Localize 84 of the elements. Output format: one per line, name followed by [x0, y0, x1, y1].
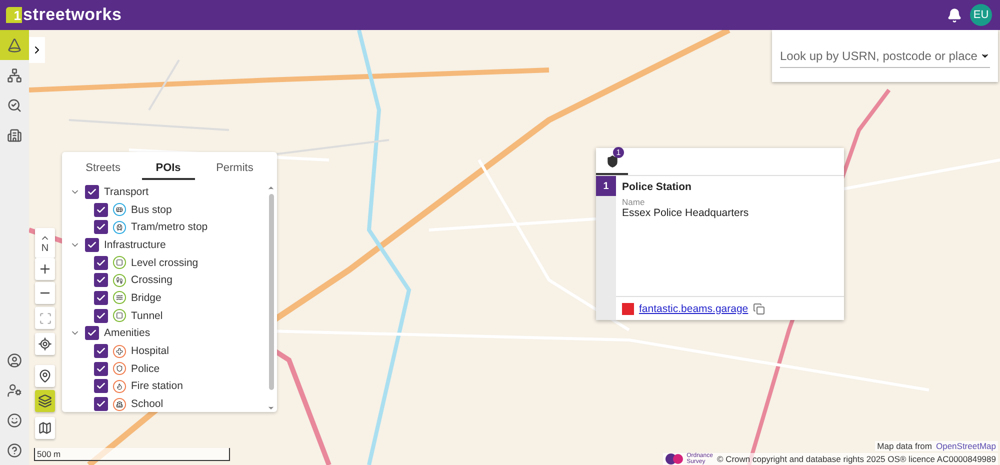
user-icon [7, 352, 22, 368]
result-index: 1 [596, 176, 616, 196]
checkbox[interactable] [94, 290, 108, 305]
group-label: Transport [104, 186, 149, 198]
checkbox[interactable] [94, 344, 108, 358]
shield-icon [606, 154, 618, 168]
poi-label: Level crossing [131, 256, 198, 269]
group-label: Amenities [104, 327, 150, 340]
copy-icon[interactable] [753, 302, 766, 314]
check-icon [87, 240, 97, 250]
os-logo-icon [664, 453, 685, 465]
poi-label: School [131, 398, 164, 410]
logo-text: streetworks [23, 5, 122, 25]
police-tab[interactable]: 1 [596, 149, 628, 175]
panel-tab[interactable]: POIs [142, 158, 195, 180]
checkbox[interactable] [85, 184, 99, 199]
compass-button[interactable]: N [35, 228, 55, 258]
count-badge: 1 [613, 147, 624, 158]
plus-icon [38, 262, 52, 276]
pin-button[interactable] [35, 365, 55, 387]
map-icon [38, 421, 52, 435]
checkbox[interactable] [94, 397, 108, 412]
user-settings-icon [7, 382, 22, 398]
zoom-in-button[interactable] [35, 258, 55, 280]
poi-label: Fire station [131, 380, 183, 392]
notifications-icon[interactable] [947, 8, 962, 22]
checkbox[interactable] [94, 362, 108, 376]
checkbox[interactable] [85, 238, 99, 252]
attribution-text: Map data from [877, 441, 932, 451]
expand-button[interactable] [29, 37, 45, 63]
poi-label: Crossing [131, 274, 172, 286]
pin-icon [38, 369, 52, 383]
check-icon [87, 328, 97, 338]
checkbox[interactable] [94, 220, 108, 234]
copyright-text: © Crown copyright and database rights 2025 OS® licence AC0000849989 [716, 454, 996, 464]
layers-button[interactable] [35, 390, 55, 412]
check-icon [96, 204, 106, 215]
network-icon [7, 68, 22, 82]
layers-icon [38, 394, 52, 408]
smiley-icon [7, 412, 22, 428]
check-icon [96, 364, 106, 374]
checkbox[interactable] [94, 308, 108, 323]
scroll-down-icon[interactable] [267, 404, 275, 412]
poi-label: Police [131, 362, 160, 375]
building-icon [7, 128, 22, 142]
scrollbar[interactable] [267, 184, 275, 412]
check-icon [96, 258, 106, 268]
check-icon [96, 381, 106, 392]
checkbox[interactable] [85, 326, 99, 340]
field-label: Name [622, 197, 646, 207]
check-icon [96, 310, 106, 321]
cone-icon [7, 38, 22, 52]
locate-icon [38, 337, 52, 351]
check-icon [96, 346, 106, 356]
poi-label: Tram/metro stop [131, 221, 208, 234]
group-label: Infrastructure [104, 238, 166, 251]
panel-tab[interactable]: Permits [202, 158, 268, 180]
check-icon [96, 275, 106, 286]
checkbox[interactable] [94, 379, 108, 394]
sidebar-button[interactable] [0, 30, 29, 60]
feature-title: Police Station [622, 181, 692, 193]
checkbox[interactable] [94, 273, 108, 288]
check-icon [87, 186, 97, 197]
scale-bar: 500 m [34, 448, 230, 461]
checkbox[interactable] [94, 202, 108, 217]
location-link[interactable]: fantastic.beams.garage [639, 302, 748, 314]
help-icon [7, 442, 22, 458]
panel-tab[interactable]: Streets [72, 158, 134, 180]
checkbox[interactable] [94, 256, 108, 270]
poi-label: Bus stop [131, 204, 172, 216]
scroll-up-icon[interactable] [267, 184, 275, 192]
check-icon [96, 292, 106, 303]
locate-button[interactable] [35, 333, 55, 355]
frame-icon [38, 312, 52, 324]
zoom-out-button[interactable] [35, 282, 55, 304]
check-icon [96, 399, 106, 410]
poi-label: Hospital [131, 345, 169, 358]
poi-label: Tunnel [131, 310, 163, 322]
poi-label: Bridge [131, 292, 162, 304]
attribution-link[interactable]: OpenStreetMap [936, 441, 996, 451]
field-value: Essex Police Headquarters [622, 207, 750, 219]
check-icon [96, 222, 106, 232]
logo-mark: 1 [6, 7, 22, 23]
base-map-button[interactable] [35, 417, 55, 439]
